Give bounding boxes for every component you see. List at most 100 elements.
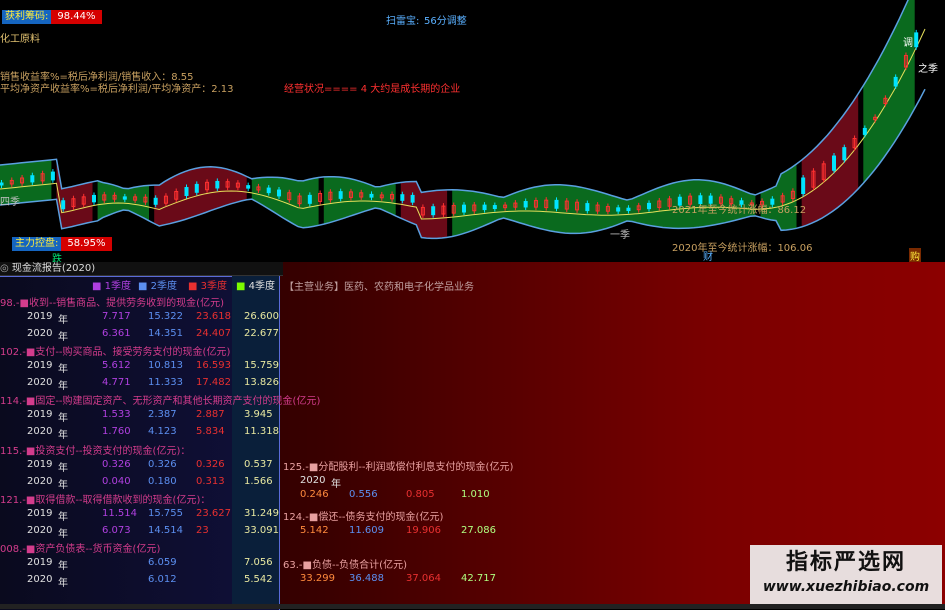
main-control-badge: 主力控盘: 58.95% (12, 237, 112, 251)
q1-header: ■ 1季度 (92, 281, 132, 292)
panel-icon: ◎ (0, 263, 9, 274)
candle-body (482, 204, 487, 211)
candle-body (61, 200, 66, 210)
candle-body (554, 199, 559, 209)
profit-chips-value: 98.44% (51, 10, 102, 24)
row-year: 2019 (27, 311, 53, 322)
watermark: 指标严选网 www.xuezhibiao.com (750, 545, 942, 605)
candle-body (122, 196, 127, 200)
cell-q2: 11.333 (148, 377, 183, 388)
candle-body (914, 32, 919, 48)
cell-q3: 2.887 (196, 409, 225, 420)
panel-title: 现金流报告(2020) (11, 263, 96, 274)
band-segment (323, 176, 396, 225)
cell-q3: 16.593 (196, 360, 231, 371)
cell-q3: 23.618 (196, 311, 231, 322)
cell-q4: 42.717 (461, 573, 496, 584)
section-title: 115.-■投资支付--投资支付的现金(亿元)： (0, 446, 191, 457)
row-year: 2019 (27, 409, 53, 420)
q2-header: ■ 2季度 (138, 281, 178, 292)
row-unit: 年 (58, 332, 68, 343)
cell-q2: 0.556 (349, 489, 378, 500)
section-title: 008.-■资产负债表--货币资金(亿元) (0, 544, 161, 555)
candle-body (184, 187, 189, 197)
quarter-label-right: 之季 (918, 64, 938, 75)
cell-q4: 15.759 (244, 360, 279, 371)
cell-q1: 33.299 (300, 573, 335, 584)
candle-body (832, 155, 836, 171)
candle-body (492, 205, 497, 210)
cell-q1: 5.612 (102, 360, 131, 371)
quarter-label-left: 四季 (0, 197, 20, 208)
profit-chips-badge: 获利筹码: 98.44% (2, 10, 102, 24)
candle-body (616, 207, 621, 212)
cell-q2: 14.351 (148, 328, 183, 339)
watermark-url: www.xuezhibiao.com (762, 579, 930, 595)
candle-body (266, 187, 271, 194)
candle-body (194, 183, 199, 193)
row-unit: 年 (58, 315, 68, 326)
candle-body (369, 193, 374, 198)
candle-body (30, 175, 35, 183)
row-year: 2020 (300, 475, 326, 486)
candle-body (626, 207, 631, 212)
profit-chips-label: 获利筹码: (2, 10, 52, 24)
q4-header: ■ 4季度 (236, 281, 276, 292)
cell-q1: 0.326 (102, 459, 131, 470)
cell-q1: 1.533 (102, 409, 131, 420)
q3-header: ■ 3季度 (188, 281, 228, 292)
cell-q4: 1.566 (244, 476, 273, 487)
row-unit: 年 (58, 430, 68, 441)
right-section-title: 63.-■负债--负债合计(亿元) (283, 560, 407, 571)
cell-q1: 6.361 (102, 328, 131, 339)
candle-body (400, 194, 405, 201)
candle-body (153, 197, 158, 205)
sector-label: 化工原料 (0, 34, 40, 45)
row-unit: 年 (58, 413, 68, 424)
candle-body (523, 201, 528, 208)
candle-body (92, 194, 96, 203)
row-unit: 年 (58, 561, 68, 572)
row-year: 2019 (27, 508, 53, 519)
row-unit: 年 (58, 381, 68, 392)
cell-q3: 0.313 (196, 476, 225, 487)
finance-marker: 财 (703, 252, 713, 263)
band-segment (154, 166, 247, 226)
candle-body (277, 189, 281, 197)
candle-body (246, 185, 251, 189)
cell-q4: 0.537 (244, 459, 273, 470)
cell-q2: 11.609 (349, 525, 384, 536)
cell-q3: 0.326 (196, 459, 225, 470)
row-year: 2020 (27, 476, 53, 487)
cell-q4: 22.677 (244, 328, 279, 339)
cell-q4: 26.600 (244, 311, 279, 322)
row-unit: 年 (331, 479, 341, 490)
cell-q1: 1.760 (102, 426, 131, 437)
adjust-label: 调 (903, 38, 913, 49)
band-segment (56, 159, 93, 229)
indicator-period: 56分调整 (424, 16, 467, 27)
band-segment (801, 93, 859, 227)
cell-q4: 11.318 (244, 426, 279, 437)
row-unit: 年 (58, 578, 68, 589)
candle-body (862, 127, 867, 135)
cell-q1: 0.246 (300, 489, 329, 500)
cell-q2: 6.012 (148, 574, 177, 585)
cell-q2: 10.813 (148, 360, 183, 371)
row-year: 2020 (27, 377, 53, 388)
section-title: 114.-■固定--购建固定资产、无形资产和其他长期资产支付的现金(亿元) (0, 396, 321, 407)
right-section-title: 124.-■偿还--债务支付的现金(亿元) (283, 512, 444, 523)
cell-q1: 6.073 (102, 525, 131, 536)
cell-q3: 23 (196, 525, 209, 536)
cell-q3: 23.627 (196, 508, 231, 519)
business-status-text: 经营状况==== 4 大约是成长期的企业 (284, 84, 461, 95)
cell-q2: 0.180 (148, 476, 177, 487)
cell-q2: 14.514 (148, 525, 183, 536)
row-year: 2020 (27, 574, 53, 585)
cell-q2: 15.755 (148, 508, 183, 519)
watermark-cn: 指标严选网 (785, 550, 906, 575)
band-upper-line (0, 0, 909, 201)
candlestick-chart[interactable] (0, 0, 945, 262)
cell-q4: 13.826 (244, 377, 279, 388)
cell-q4: 5.542 (244, 574, 273, 585)
